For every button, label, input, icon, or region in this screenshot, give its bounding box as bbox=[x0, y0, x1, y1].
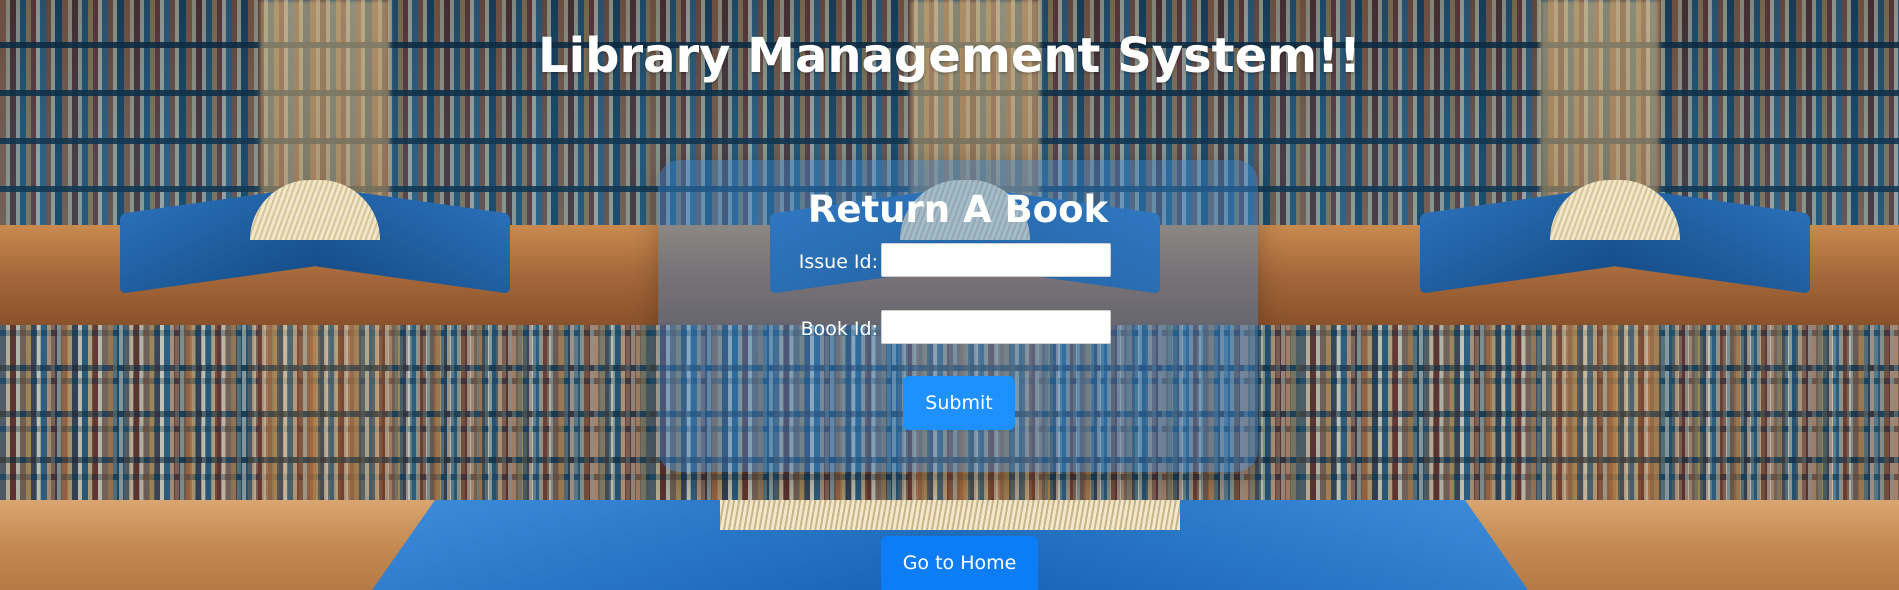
issue-id-label: Issue Id: bbox=[798, 251, 878, 273]
issue-id-input[interactable] bbox=[881, 243, 1111, 277]
bookshelves-image bbox=[0, 325, 650, 500]
form-title: Return A Book bbox=[807, 188, 1109, 231]
issue-id-row: Issue Id: bbox=[658, 243, 1258, 279]
return-book-card: Return A Book Issue Id: Book Id: Submit bbox=[658, 160, 1258, 472]
bookshelves-image bbox=[1300, 325, 1899, 500]
go-to-home-button[interactable]: Go to Home bbox=[881, 536, 1038, 590]
book-id-label: Book Id: bbox=[800, 318, 878, 340]
page-title: Library Management System!! bbox=[538, 28, 1361, 84]
book-id-input[interactable] bbox=[881, 310, 1111, 344]
submit-button[interactable]: Submit bbox=[903, 376, 1015, 430]
open-book-image bbox=[120, 180, 510, 300]
open-book-image bbox=[1420, 180, 1810, 300]
book-id-row: Book Id: bbox=[658, 310, 1258, 346]
